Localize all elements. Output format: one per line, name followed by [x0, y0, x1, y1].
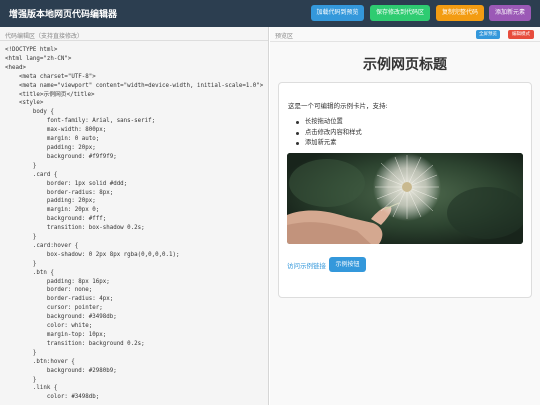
list-item[interactable]: 点击修改内容和样式 — [296, 128, 362, 139]
sample-button[interactable]: 示例按钮 — [329, 257, 366, 272]
edit-mode-button[interactable]: 编辑模式 — [508, 30, 534, 39]
code-textarea[interactable]: <!DOCTYPE html> <html lang="zh-CN"> <hea… — [5, 46, 267, 402]
feature-list: 长按拖动位置 点击修改内容和样式 添加新元素 — [296, 117, 362, 149]
editor-divider — [0, 40, 268, 41]
list-item[interactable]: 添加新元素 — [296, 138, 362, 149]
code-editor-panel: 代码编辑区（支持直接修改） <!DOCTYPE html> <html lang… — [0, 27, 269, 405]
page-heading[interactable]: 示例网页标题 — [270, 54, 540, 74]
sample-link[interactable]: 访问示例链接 — [287, 260, 326, 270]
save-to-code-button[interactable]: 保存修改到代码区 — [370, 5, 430, 21]
dandelion-image — [287, 153, 523, 244]
preview-panel: 预览区 全屏预览 编辑模式 示例网页标题 这是一个可编辑的示例卡片，支持: 长按… — [270, 27, 540, 405]
dandelion-photo[interactable] — [287, 153, 523, 244]
add-element-button[interactable]: 添加新元素 — [489, 5, 531, 21]
app-title: 增强版本地网页代码编辑器 — [9, 10, 118, 20]
copy-full-code-button[interactable]: 复制完整代码 — [436, 5, 484, 21]
sample-card[interactable]: 这是一个可编辑的示例卡片，支持: 长按拖动位置 点击修改内容和样式 添加新元素 — [278, 82, 532, 298]
card-intro-text[interactable]: 这是一个可编辑的示例卡片，支持: — [288, 100, 388, 110]
top-toolbar: 增强版本地网页代码编辑器 加载代码到预览 保存修改到代码区 复制完整代码 添加新… — [0, 0, 540, 27]
preview-label: 预览区 — [275, 33, 294, 40]
list-item[interactable]: 长按拖动位置 — [296, 117, 362, 128]
fullscreen-preview-button[interactable]: 全屏预览 — [476, 30, 500, 39]
editor-label: 代码编辑区（支持直接修改） — [5, 33, 84, 40]
preview-divider — [270, 41, 540, 42]
load-to-preview-button[interactable]: 加载代码到预览 — [311, 5, 364, 21]
